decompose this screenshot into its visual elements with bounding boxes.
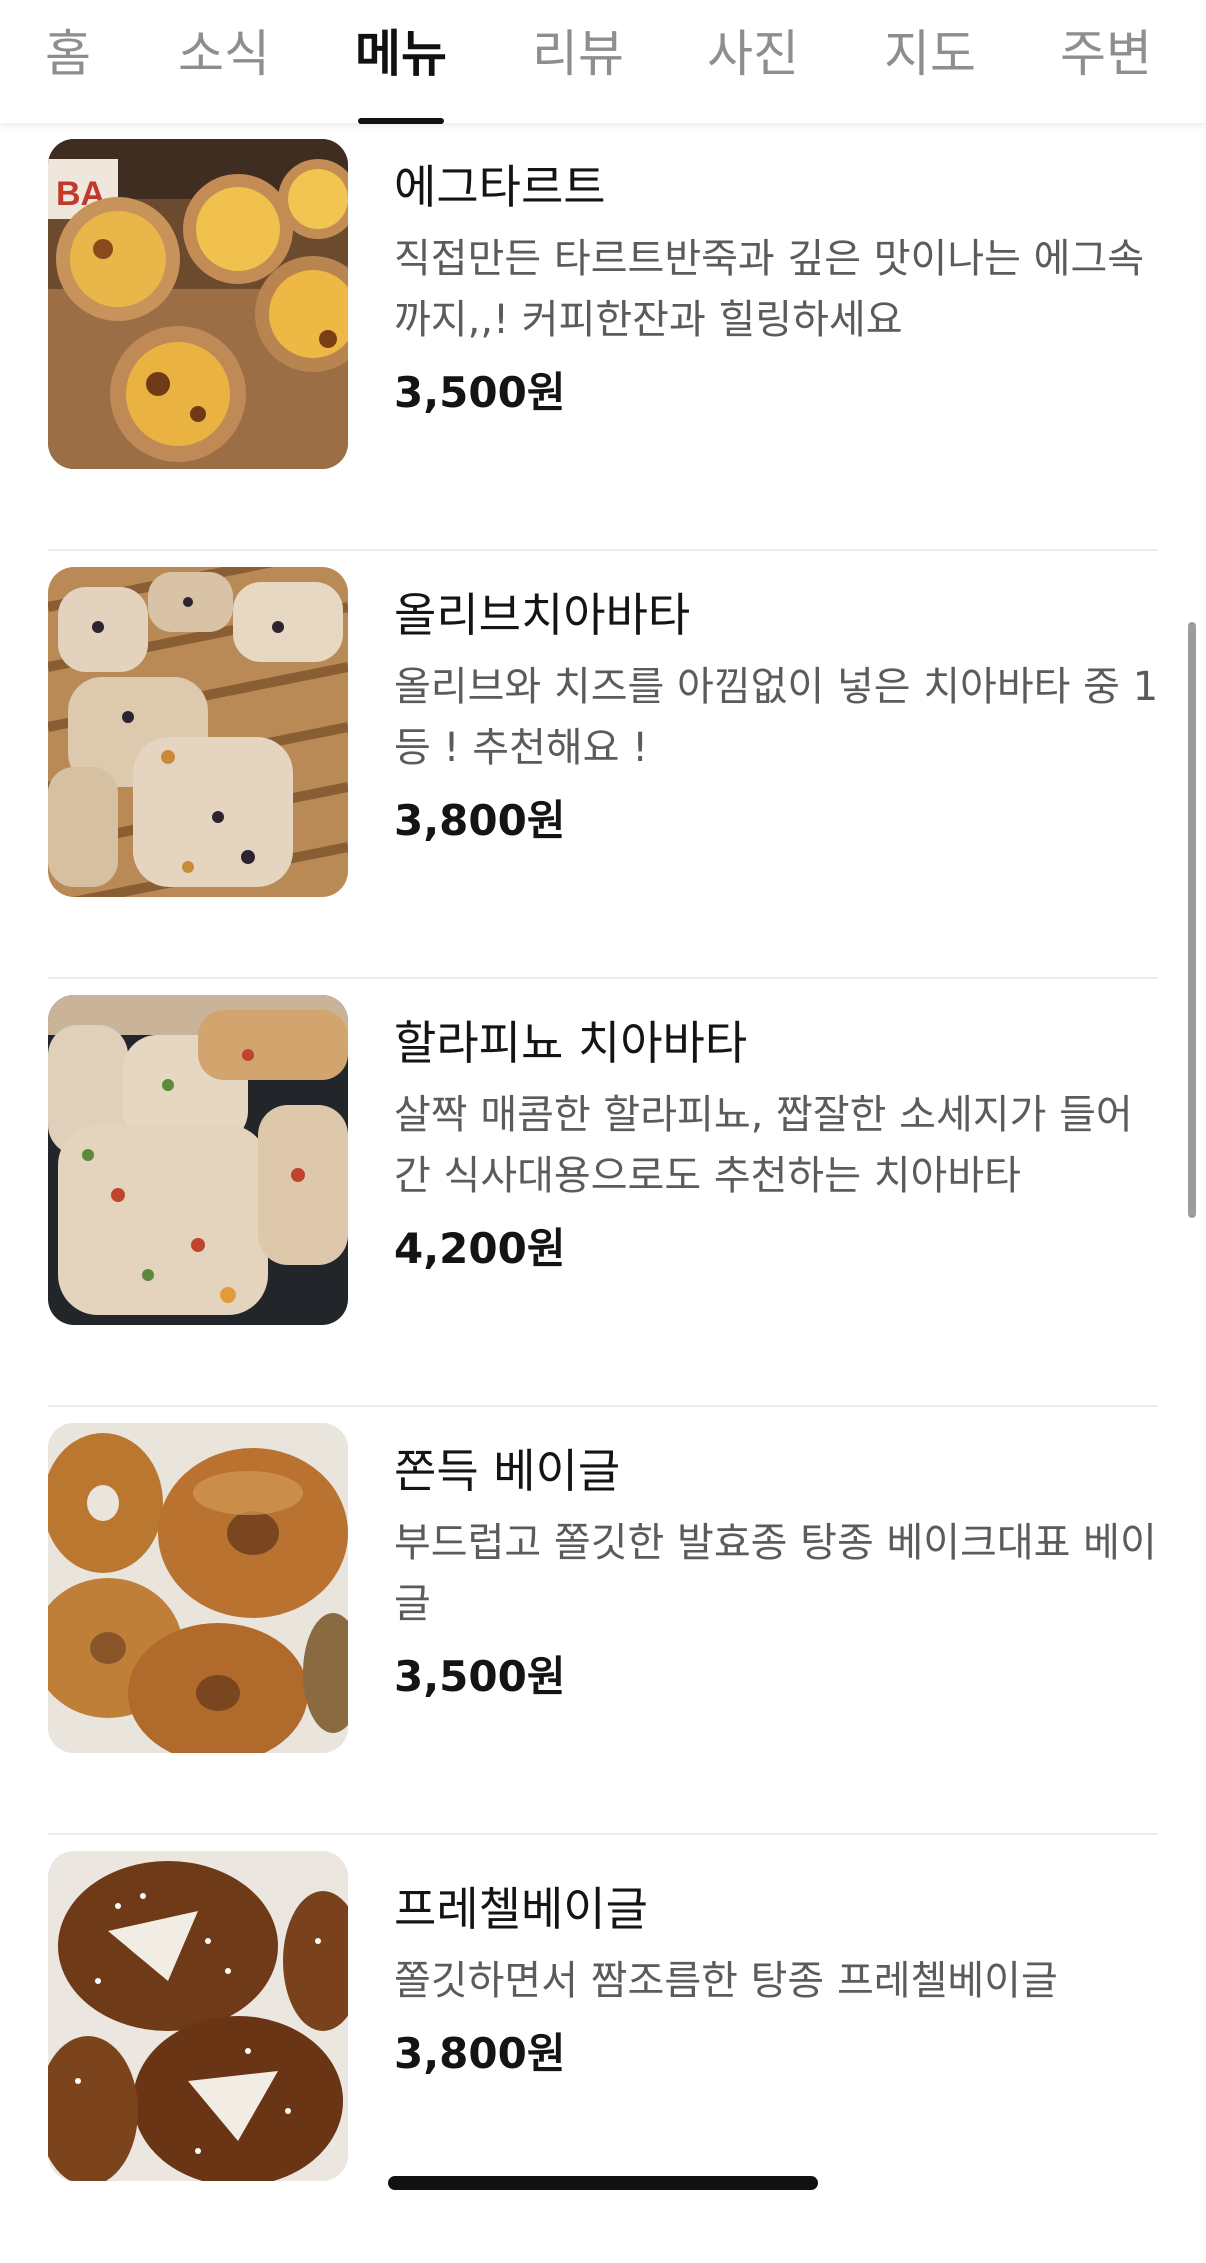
menu-item-info: 프레첼베이글 쫄깃하면서 짬조름한 탕종 프레첼베이글 3,800원 bbox=[394, 1867, 1164, 2084]
home-indicator[interactable] bbox=[388, 2176, 818, 2190]
menu-item-info: 에그타르트 직접만든 타르트반죽과 깊은 맛이나는 에그속까지,,! 커피한잔과… bbox=[394, 155, 1164, 423]
menu-item-jalapeno-ciabatta[interactable]: 할라피뇨 치아바타 살짝 매콤한 할라피뇨, 짭잘한 소세지가 들어간 식사대용… bbox=[48, 979, 1158, 1407]
menu-item-name: 쫀득 베이글 bbox=[394, 1444, 621, 1498]
menu-item-price: 4,200원 bbox=[394, 1224, 566, 1273]
menu-item-info: 쫀득 베이글 부드럽고 쫄깃한 발효종 탕종 베이크대표 베이글 3,500원 bbox=[394, 1439, 1164, 1707]
active-tab-indicator bbox=[358, 118, 444, 124]
menu-item-egg-tart[interactable]: BA 에그타르트 직접만든 타르트반죽과 깊은 맛이나는 에그속까지,,! 커피… bbox=[48, 123, 1158, 551]
menu-item-description: 부드럽고 쫄깃한 발효종 탕종 베이크대표 베이글 bbox=[394, 1520, 1157, 1627]
menu-item-chewy-bagel[interactable]: 쫀득 베이글 부드럽고 쫄깃한 발효종 탕종 베이크대표 베이글 3,500원 bbox=[48, 1407, 1158, 1835]
menu-item-name: 에그타르트 bbox=[394, 160, 606, 214]
menu-item-price: 3,500원 bbox=[394, 1652, 566, 1701]
tab-home[interactable]: 홈 bbox=[45, 18, 91, 90]
egg-tart-photo: BA bbox=[48, 139, 348, 469]
menu-item-description: 직접만든 타르트반죽과 깊은 맛이나는 에그속까지,,! 커피한잔과 힐링하세요 bbox=[394, 236, 1145, 343]
tab-news[interactable]: 소식 bbox=[178, 18, 270, 90]
menu-item-name: 프레첼베이글 bbox=[394, 1882, 648, 1936]
menu-item-description: 살짝 매콤한 할라피뇨, 짭잘한 소세지가 들어간 식사대용으로도 추천하는 치… bbox=[394, 1092, 1133, 1199]
menu-item-description: 올리브와 치즈를 아낌없이 넣은 치아바타 중 1등 ! 추천해요 ! bbox=[394, 664, 1159, 771]
menu-item-description: 쫄깃하면서 짬조름한 탕종 프레첼베이글 bbox=[394, 1958, 1058, 2004]
vertical-scrollbar[interactable] bbox=[1188, 622, 1196, 1218]
section-tab-bar: 홈 소식 메뉴 리뷰 사진 지도 주변 bbox=[0, 0, 1206, 124]
tab-map[interactable]: 지도 bbox=[884, 18, 976, 90]
menu-item-price: 3,800원 bbox=[394, 796, 566, 845]
menu-item-price: 3,500원 bbox=[394, 368, 566, 417]
pretzel-bagel-photo bbox=[48, 1851, 348, 2181]
menu-item-info: 할라피뇨 치아바타 살짝 매콤한 할라피뇨, 짭잘한 소세지가 들어간 식사대용… bbox=[394, 1011, 1164, 1279]
menu-item-name: 올리브치아바타 bbox=[394, 588, 691, 642]
menu-item-name: 할라피뇨 치아바타 bbox=[394, 1016, 748, 1070]
menu-item-olive-ciabatta[interactable]: 올리브치아바타 올리브와 치즈를 아낌없이 넣은 치아바타 중 1등 ! 추천해… bbox=[48, 551, 1158, 979]
tab-photos[interactable]: 사진 bbox=[707, 18, 799, 90]
olive-ciabatta-photo bbox=[48, 567, 348, 897]
menu-item-price: 3,800원 bbox=[394, 2029, 566, 2078]
bagel-photo bbox=[48, 1423, 348, 1753]
jalapeno-ciabatta-photo bbox=[48, 995, 348, 1325]
menu-item-info: 올리브치아바타 올리브와 치즈를 아낌없이 넣은 치아바타 중 1등 ! 추천해… bbox=[394, 583, 1164, 851]
tab-menu[interactable]: 메뉴 bbox=[355, 18, 447, 90]
menu-list: BA 에그타르트 직접만든 타르트반죽과 깊은 맛이나는 에그속까지,,! 커피… bbox=[48, 123, 1158, 2263]
menu-item-pretzel-bagel[interactable]: 프레첼베이글 쫄깃하면서 짬조름한 탕종 프레첼베이글 3,800원 bbox=[48, 1835, 1158, 2263]
tab-reviews[interactable]: 리뷰 bbox=[532, 18, 624, 90]
tab-nearby[interactable]: 주변 bbox=[1060, 18, 1152, 90]
